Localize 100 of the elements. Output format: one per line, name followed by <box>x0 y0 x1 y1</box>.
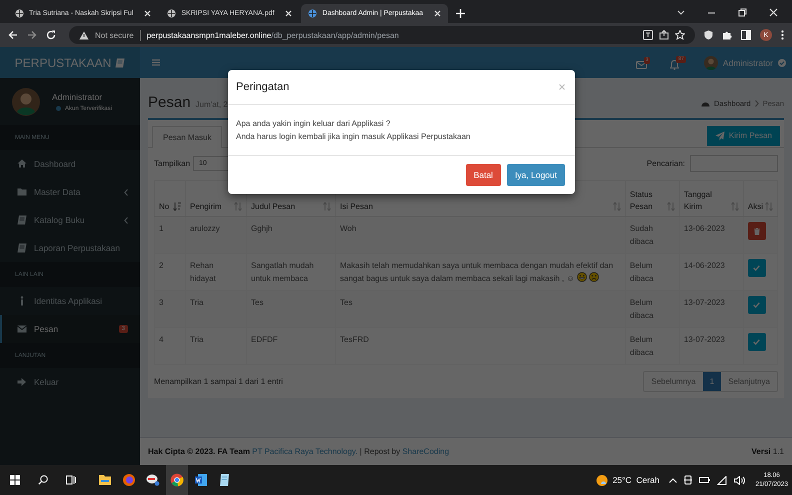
star-icon[interactable] <box>675 30 685 40</box>
status-dot-icon <box>56 106 61 111</box>
send-message-button[interactable]: Kirim Pesan <box>706 126 780 146</box>
page-button[interactable]: 1 <box>702 372 722 391</box>
table-cell: 13-07-2023 <box>679 328 744 364</box>
table-cell: TesFRD <box>336 328 626 364</box>
forward-icon[interactable] <box>27 30 37 40</box>
table-cell: Gghjh <box>246 216 336 254</box>
globe-icon <box>308 9 318 18</box>
folder-icon <box>98 473 112 487</box>
entries-info: Menampilkan 1 sampai 1 dari 1 entri <box>154 377 283 386</box>
browser-icon <box>170 473 184 487</box>
shield-icon[interactable] <box>704 30 713 40</box>
table-cell: Tes <box>336 290 626 328</box>
length-label: Tampilkan <box>154 159 190 168</box>
wifi-icon[interactable] <box>717 476 728 484</box>
table-cell: 4 <box>154 328 186 364</box>
dialog-message: Anda harus login kembali jika ingin masuk Applikasi Perpustakaan <box>236 131 472 143</box>
weather-text: 25°C Cerah <box>612 475 660 485</box>
battery-icon[interactable] <box>699 476 710 484</box>
warning-icon <box>79 30 89 40</box>
footer-text: Hak Cipta © 2023. FA Team PT Pacifica Raya Technology. | Repost by ShareCoding <box>148 447 450 456</box>
envelope-icon <box>636 60 647 68</box>
share-icon[interactable] <box>659 30 669 40</box>
close-icon[interactable] <box>285 10 292 17</box>
sort-icon[interactable] <box>173 202 181 211</box>
emoji-icon <box>576 272 587 282</box>
version-text: Versi 1.1 <box>752 447 784 456</box>
close-icon[interactable] <box>769 8 778 17</box>
home-icon <box>17 159 27 169</box>
logout-button[interactable]: Iya, Logout <box>506 164 565 186</box>
footer-link[interactable]: PT Pacifica Raya Technology. <box>252 447 358 456</box>
book-icon <box>17 215 27 225</box>
table-cell: Tria <box>186 328 246 364</box>
emoji-icon <box>588 272 599 282</box>
table-cell: Sudah dibaca <box>625 216 680 254</box>
restore-icon[interactable] <box>738 8 747 17</box>
table-cell: Belum dibaca <box>625 290 680 328</box>
chevron-up-icon[interactable] <box>669 478 678 482</box>
dialog-title: Peringatan <box>236 81 290 93</box>
puzzle-icon[interactable] <box>722 30 732 40</box>
check-icon <box>753 302 760 308</box>
windows-icon[interactable] <box>10 475 20 485</box>
search-icon[interactable] <box>38 475 48 485</box>
weather-icon <box>596 474 609 486</box>
footer-link[interactable]: ShareCoding <box>402 447 450 456</box>
search-label: Pencarian: <box>646 159 685 168</box>
address-field[interactable]: Not secure perpustakaansmpn1maleber.online/db_perpustakaan/app/admin/pesan <box>69 26 695 44</box>
table-cell: Belum dibaca <box>625 328 680 364</box>
back-icon[interactable] <box>8 30 18 40</box>
url-text: perpustakaansmpn1maleber.online/db_perpustakaan/app/admin/pesan <box>146 30 399 40</box>
book-icon <box>115 58 126 68</box>
folder-icon <box>17 187 27 197</box>
check-circle-icon <box>778 58 786 66</box>
avatar-icon <box>704 56 718 70</box>
more-icon[interactable] <box>781 30 784 40</box>
security-label: Not secure <box>95 30 134 40</box>
table-cell: 3 <box>154 290 186 328</box>
taskbar-app[interactable] <box>166 465 188 495</box>
close-icon[interactable] <box>434 10 442 17</box>
speaker-icon[interactable] <box>734 476 746 484</box>
close-icon[interactable] <box>144 10 152 17</box>
paper-plane-icon <box>714 130 725 140</box>
column-header[interactable]: No <box>154 180 186 216</box>
plus-icon[interactable] <box>456 9 466 18</box>
envelope-icon <box>17 324 27 334</box>
check-icon <box>753 339 760 345</box>
app-icon <box>146 473 160 487</box>
book-icon <box>17 243 27 253</box>
dialog-message: Apa anda yakin ingin keluar dari Applikasi ? <box>236 118 392 130</box>
reload-icon[interactable] <box>46 30 56 40</box>
arrow-icon <box>17 377 27 387</box>
avatar-icon <box>12 88 40 116</box>
user-name: Administrator <box>52 92 104 102</box>
globe-icon <box>167 9 176 18</box>
trash-icon <box>754 228 760 234</box>
panel-tab[interactable]: Pesan Masuk <box>152 126 222 148</box>
sidebar-icon[interactable] <box>741 30 751 40</box>
chevron-right-icon <box>754 100 759 106</box>
cancel-button[interactable]: Batal <box>466 164 501 186</box>
table-cell: Woh <box>336 216 626 254</box>
task-view-icon[interactable] <box>66 475 76 485</box>
table-cell: EDFDF <box>246 328 336 364</box>
notepad-icon <box>218 473 232 487</box>
translate-icon[interactable] <box>643 30 653 40</box>
table-cell: 1 <box>154 216 186 254</box>
chevron-down-icon[interactable] <box>677 10 685 16</box>
table-cell: arulozzy <box>186 216 246 254</box>
brand-logo[interactable]: PERPUSTAKAAN <box>0 47 140 78</box>
document-icon <box>194 473 208 487</box>
user-menu[interactable]: Administrator <box>704 56 786 70</box>
page-title: Pesan <box>148 94 191 111</box>
table-cell: 13-07-2023 <box>679 290 744 328</box>
device-icon[interactable] <box>684 475 692 485</box>
table-cell: Tes <box>246 290 336 328</box>
table-cell: 13-06-2023 <box>679 216 744 254</box>
table-cell: Tria <box>186 290 246 328</box>
browser-icon <box>122 473 136 487</box>
globe-icon <box>15 9 24 18</box>
check-icon <box>753 265 760 271</box>
